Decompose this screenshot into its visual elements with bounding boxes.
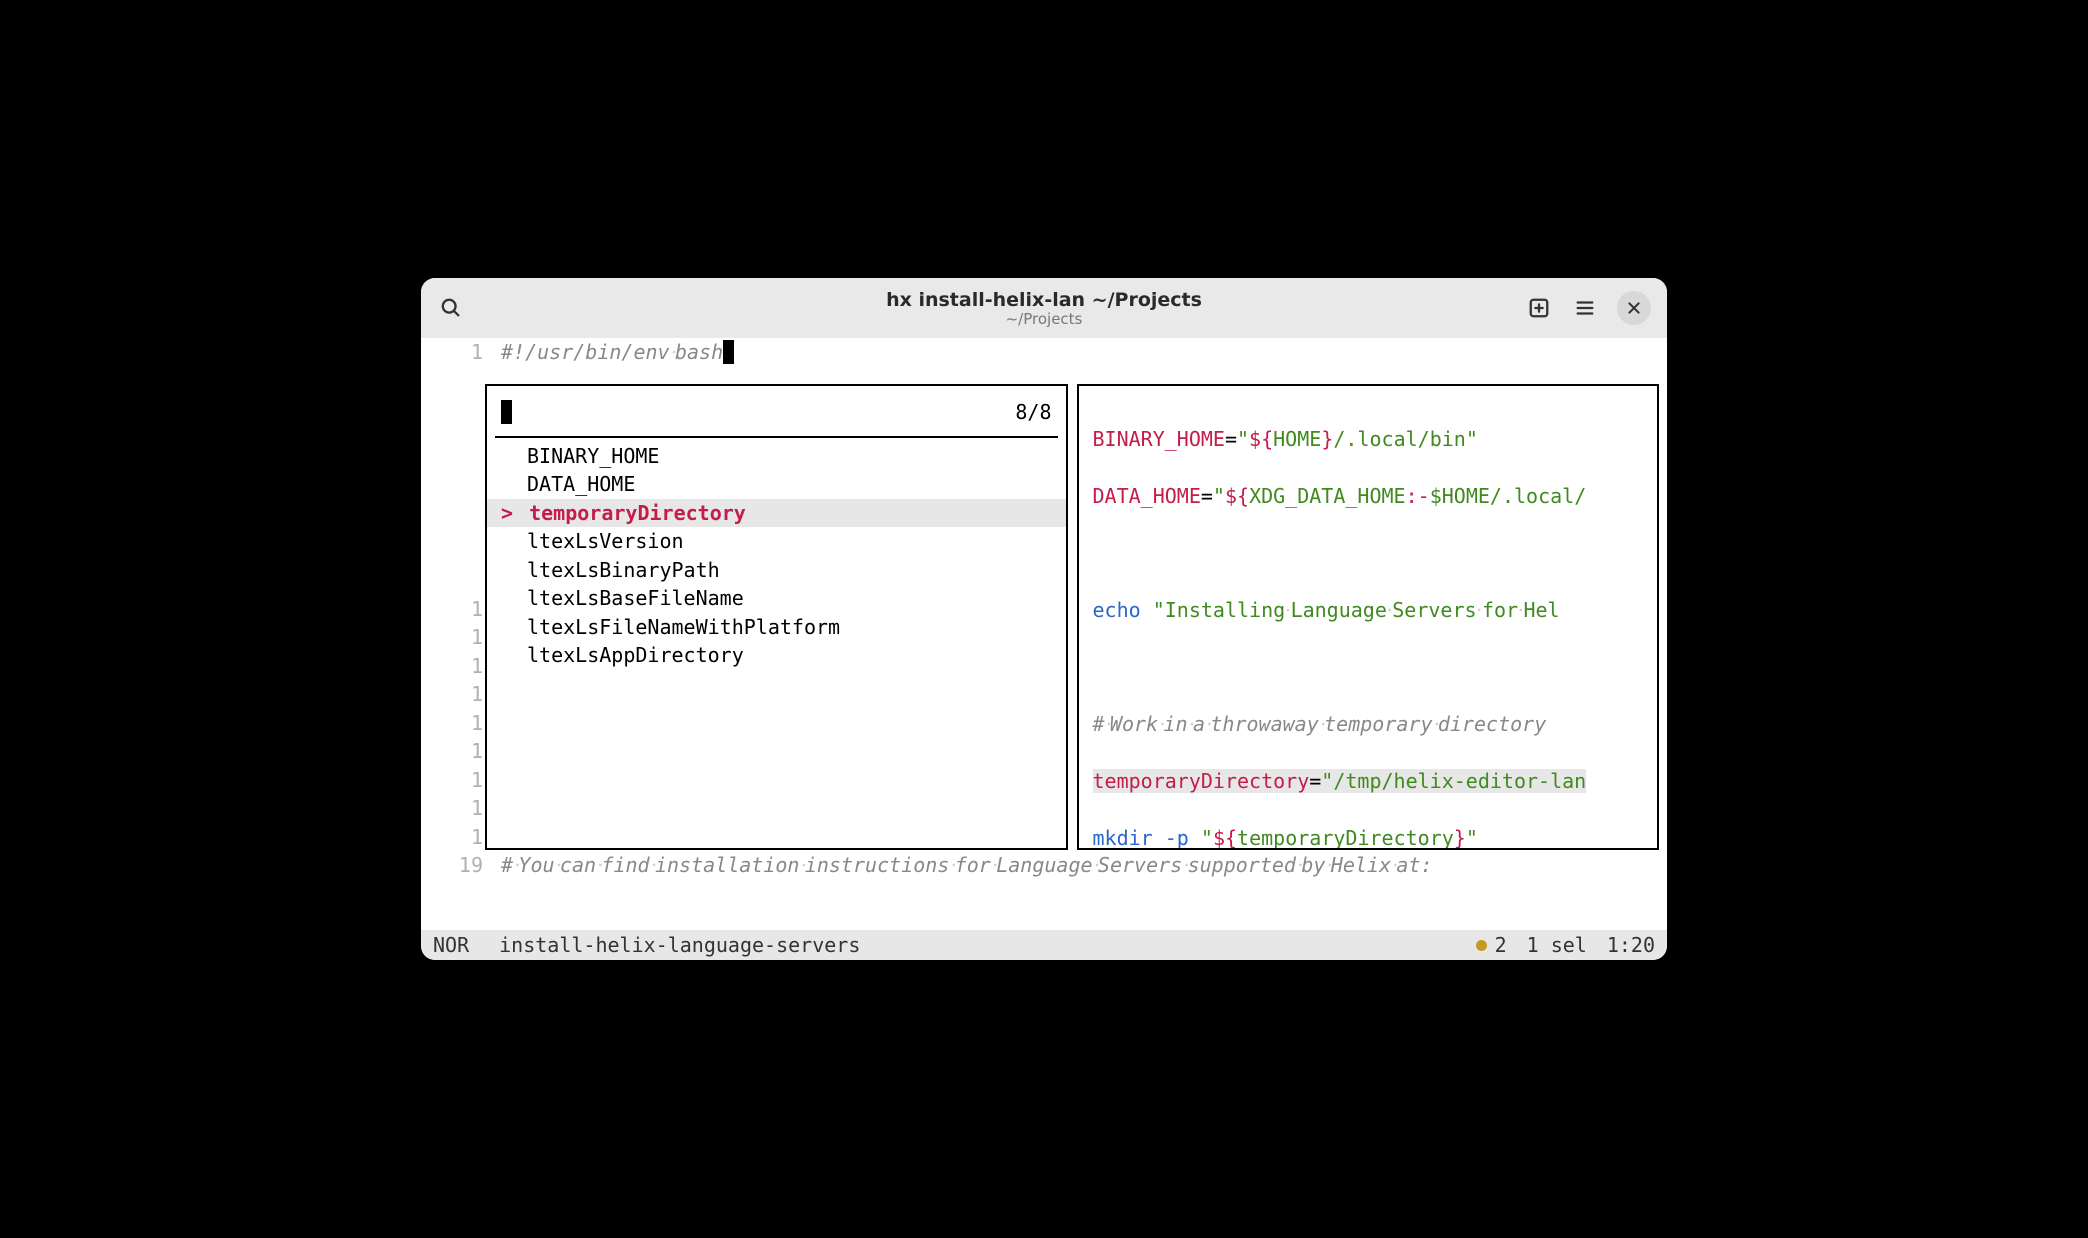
preview-line: BINARY_HOME="${HOME}/.local/bin" bbox=[1093, 425, 1644, 454]
status-filename: install-helix-language-servers bbox=[499, 933, 860, 957]
picker-item[interactable]: BINARY_HOME bbox=[487, 442, 1066, 471]
gutter: 1 1 1 1 1 1 1 1 1 1 19 bbox=[421, 338, 493, 930]
preview-line: mkdir -p "${temporaryDirectory}" bbox=[1093, 824, 1644, 851]
picker-item[interactable]: > temporaryDirectory bbox=[487, 499, 1066, 528]
selection-count: 1 sel bbox=[1527, 933, 1587, 957]
window-subtitle: ~/Projects bbox=[1006, 310, 1083, 328]
picker-item[interactable]: ltexLsAppDirectory bbox=[487, 641, 1066, 670]
picker-item[interactable]: DATA_HOME bbox=[487, 470, 1066, 499]
search-icon[interactable] bbox=[437, 294, 465, 322]
picker-input-cursor[interactable] bbox=[501, 400, 512, 424]
picker-preview: BINARY_HOME="${HOME}/.local/bin" DATA_HO… bbox=[1077, 384, 1660, 850]
editor-mode: NOR bbox=[433, 933, 469, 957]
close-icon[interactable] bbox=[1617, 291, 1651, 325]
preview-line: echo "Installing⸱Language⸱Servers⸱for⸱He… bbox=[1093, 596, 1644, 625]
menu-icon[interactable] bbox=[1571, 294, 1599, 322]
preview-line: #⸱Work⸱in⸱a⸱throwaway⸱temporary⸱director… bbox=[1093, 710, 1644, 739]
picker-item[interactable]: ltexLsVersion bbox=[487, 527, 1066, 556]
symbol-picker[interactable]: 8/8 BINARY_HOMEDATA_HOME> temporaryDirec… bbox=[485, 384, 1068, 850]
picker-count: 8/8 bbox=[1015, 398, 1051, 427]
picker-item[interactable]: ltexLsFileNameWithPlatform bbox=[487, 613, 1066, 642]
picker-item[interactable]: ltexLsBinaryPath bbox=[487, 556, 1066, 585]
code-line-19: #⸱You⸱can⸱find⸱installation⸱instructions… bbox=[501, 851, 1659, 880]
titlebar: hx install-helix-lan ~/Projects ~/Projec… bbox=[421, 278, 1667, 338]
cursor-position: 1:20 bbox=[1607, 933, 1655, 957]
editor-area[interactable]: 1 1 1 1 1 1 1 1 1 1 19 #!/usr/bin/env⸱ba… bbox=[421, 338, 1667, 930]
terminal-window: hx install-helix-lan ~/Projects ~/Projec… bbox=[421, 278, 1667, 960]
window-title: hx install-helix-lan ~/Projects bbox=[886, 289, 1202, 311]
warning-dot-icon bbox=[1476, 940, 1487, 951]
statusline: NOR install-helix-language-servers 2 1 s… bbox=[421, 930, 1667, 960]
preview-line: temporaryDirectory="/tmp/helix-editor-la… bbox=[1093, 767, 1644, 796]
picker-item[interactable]: ltexLsBaseFileName bbox=[487, 584, 1066, 613]
new-tab-icon[interactable] bbox=[1525, 294, 1553, 322]
picker-list[interactable]: BINARY_HOMEDATA_HOME> temporaryDirectory… bbox=[487, 442, 1066, 670]
preview-line: DATA_HOME="${XDG_DATA_HOME:-$HOME/.local… bbox=[1093, 482, 1644, 511]
code-line-1: #!/usr/bin/env⸱bash bbox=[501, 338, 1659, 367]
text-cursor bbox=[723, 340, 734, 364]
picker-divider bbox=[495, 436, 1058, 438]
diagnostics-warning: 2 bbox=[1476, 933, 1507, 957]
